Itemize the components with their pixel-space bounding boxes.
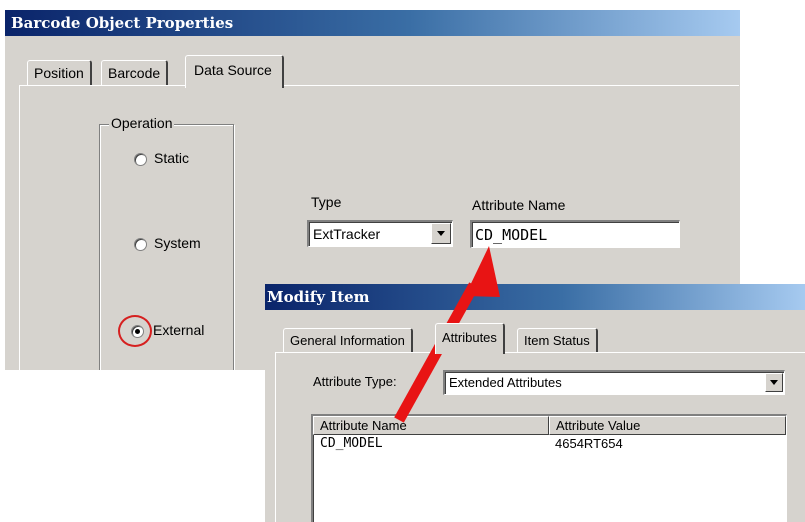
radio-system[interactable] bbox=[134, 238, 147, 251]
type-dropdown-button[interactable] bbox=[431, 223, 451, 244]
highlight-circle bbox=[118, 315, 152, 347]
attribute-type-dropdown-button[interactable] bbox=[765, 373, 783, 392]
attribute-type-value: Extended Attributes bbox=[449, 375, 562, 390]
modify-item-window: Modify Item General Information Attribut… bbox=[265, 284, 805, 522]
modify-tab-panel-left-edge bbox=[275, 352, 276, 522]
type-label: Type bbox=[311, 194, 342, 210]
tab-barcode[interactable]: Barcode bbox=[101, 60, 169, 85]
barcode-window-titlebar: Barcode Object Properties bbox=[5, 10, 740, 36]
column-header-attribute-value[interactable]: Attribute Value bbox=[549, 416, 786, 435]
tab-data-source[interactable]: Data Source bbox=[185, 55, 284, 88]
attribute-name-label: Attribute Name bbox=[472, 197, 566, 213]
tab-position[interactable]: Position bbox=[27, 60, 92, 85]
modify-window-title: Modify Item bbox=[267, 288, 370, 306]
tab-panel-left-edge bbox=[19, 85, 20, 370]
type-select-value: ExtTracker bbox=[313, 226, 381, 242]
chevron-down-icon bbox=[437, 231, 445, 236]
modify-tab-panel-edge bbox=[275, 352, 805, 353]
modify-window-titlebar: Modify Item bbox=[265, 284, 805, 310]
radio-external-label: External bbox=[153, 322, 205, 338]
chevron-down-icon bbox=[770, 380, 778, 385]
radio-static[interactable] bbox=[134, 153, 147, 166]
attribute-type-label: Attribute Type: bbox=[313, 374, 397, 389]
table-cell-attribute-value: 4654RT654 bbox=[555, 436, 623, 451]
attributes-table: Attribute Name Attribute Value CD_MODEL … bbox=[311, 414, 787, 522]
table-row[interactable]: CD_MODEL 4654RT654 bbox=[313, 435, 785, 453]
attribute-name-input[interactable]: CD_MODEL bbox=[470, 220, 680, 248]
attribute-name-value: CD_MODEL bbox=[475, 226, 548, 244]
operation-group-label: Operation bbox=[109, 115, 175, 131]
attribute-type-select[interactable]: Extended Attributes bbox=[443, 370, 785, 395]
radio-static-label: Static bbox=[154, 150, 190, 166]
tab-attributes[interactable]: Attributes bbox=[435, 323, 505, 354]
tab-general-information[interactable]: General Information bbox=[283, 328, 413, 353]
radio-system-label: System bbox=[154, 235, 201, 251]
tab-panel-edge bbox=[19, 85, 739, 86]
table-cell-attribute-name: CD_MODEL bbox=[320, 436, 383, 451]
column-header-attribute-name[interactable]: Attribute Name bbox=[313, 416, 549, 435]
type-select[interactable]: ExtTracker bbox=[307, 220, 453, 247]
tab-item-status[interactable]: Item Status bbox=[517, 328, 598, 353]
barcode-window-title: Barcode Object Properties bbox=[11, 14, 234, 32]
